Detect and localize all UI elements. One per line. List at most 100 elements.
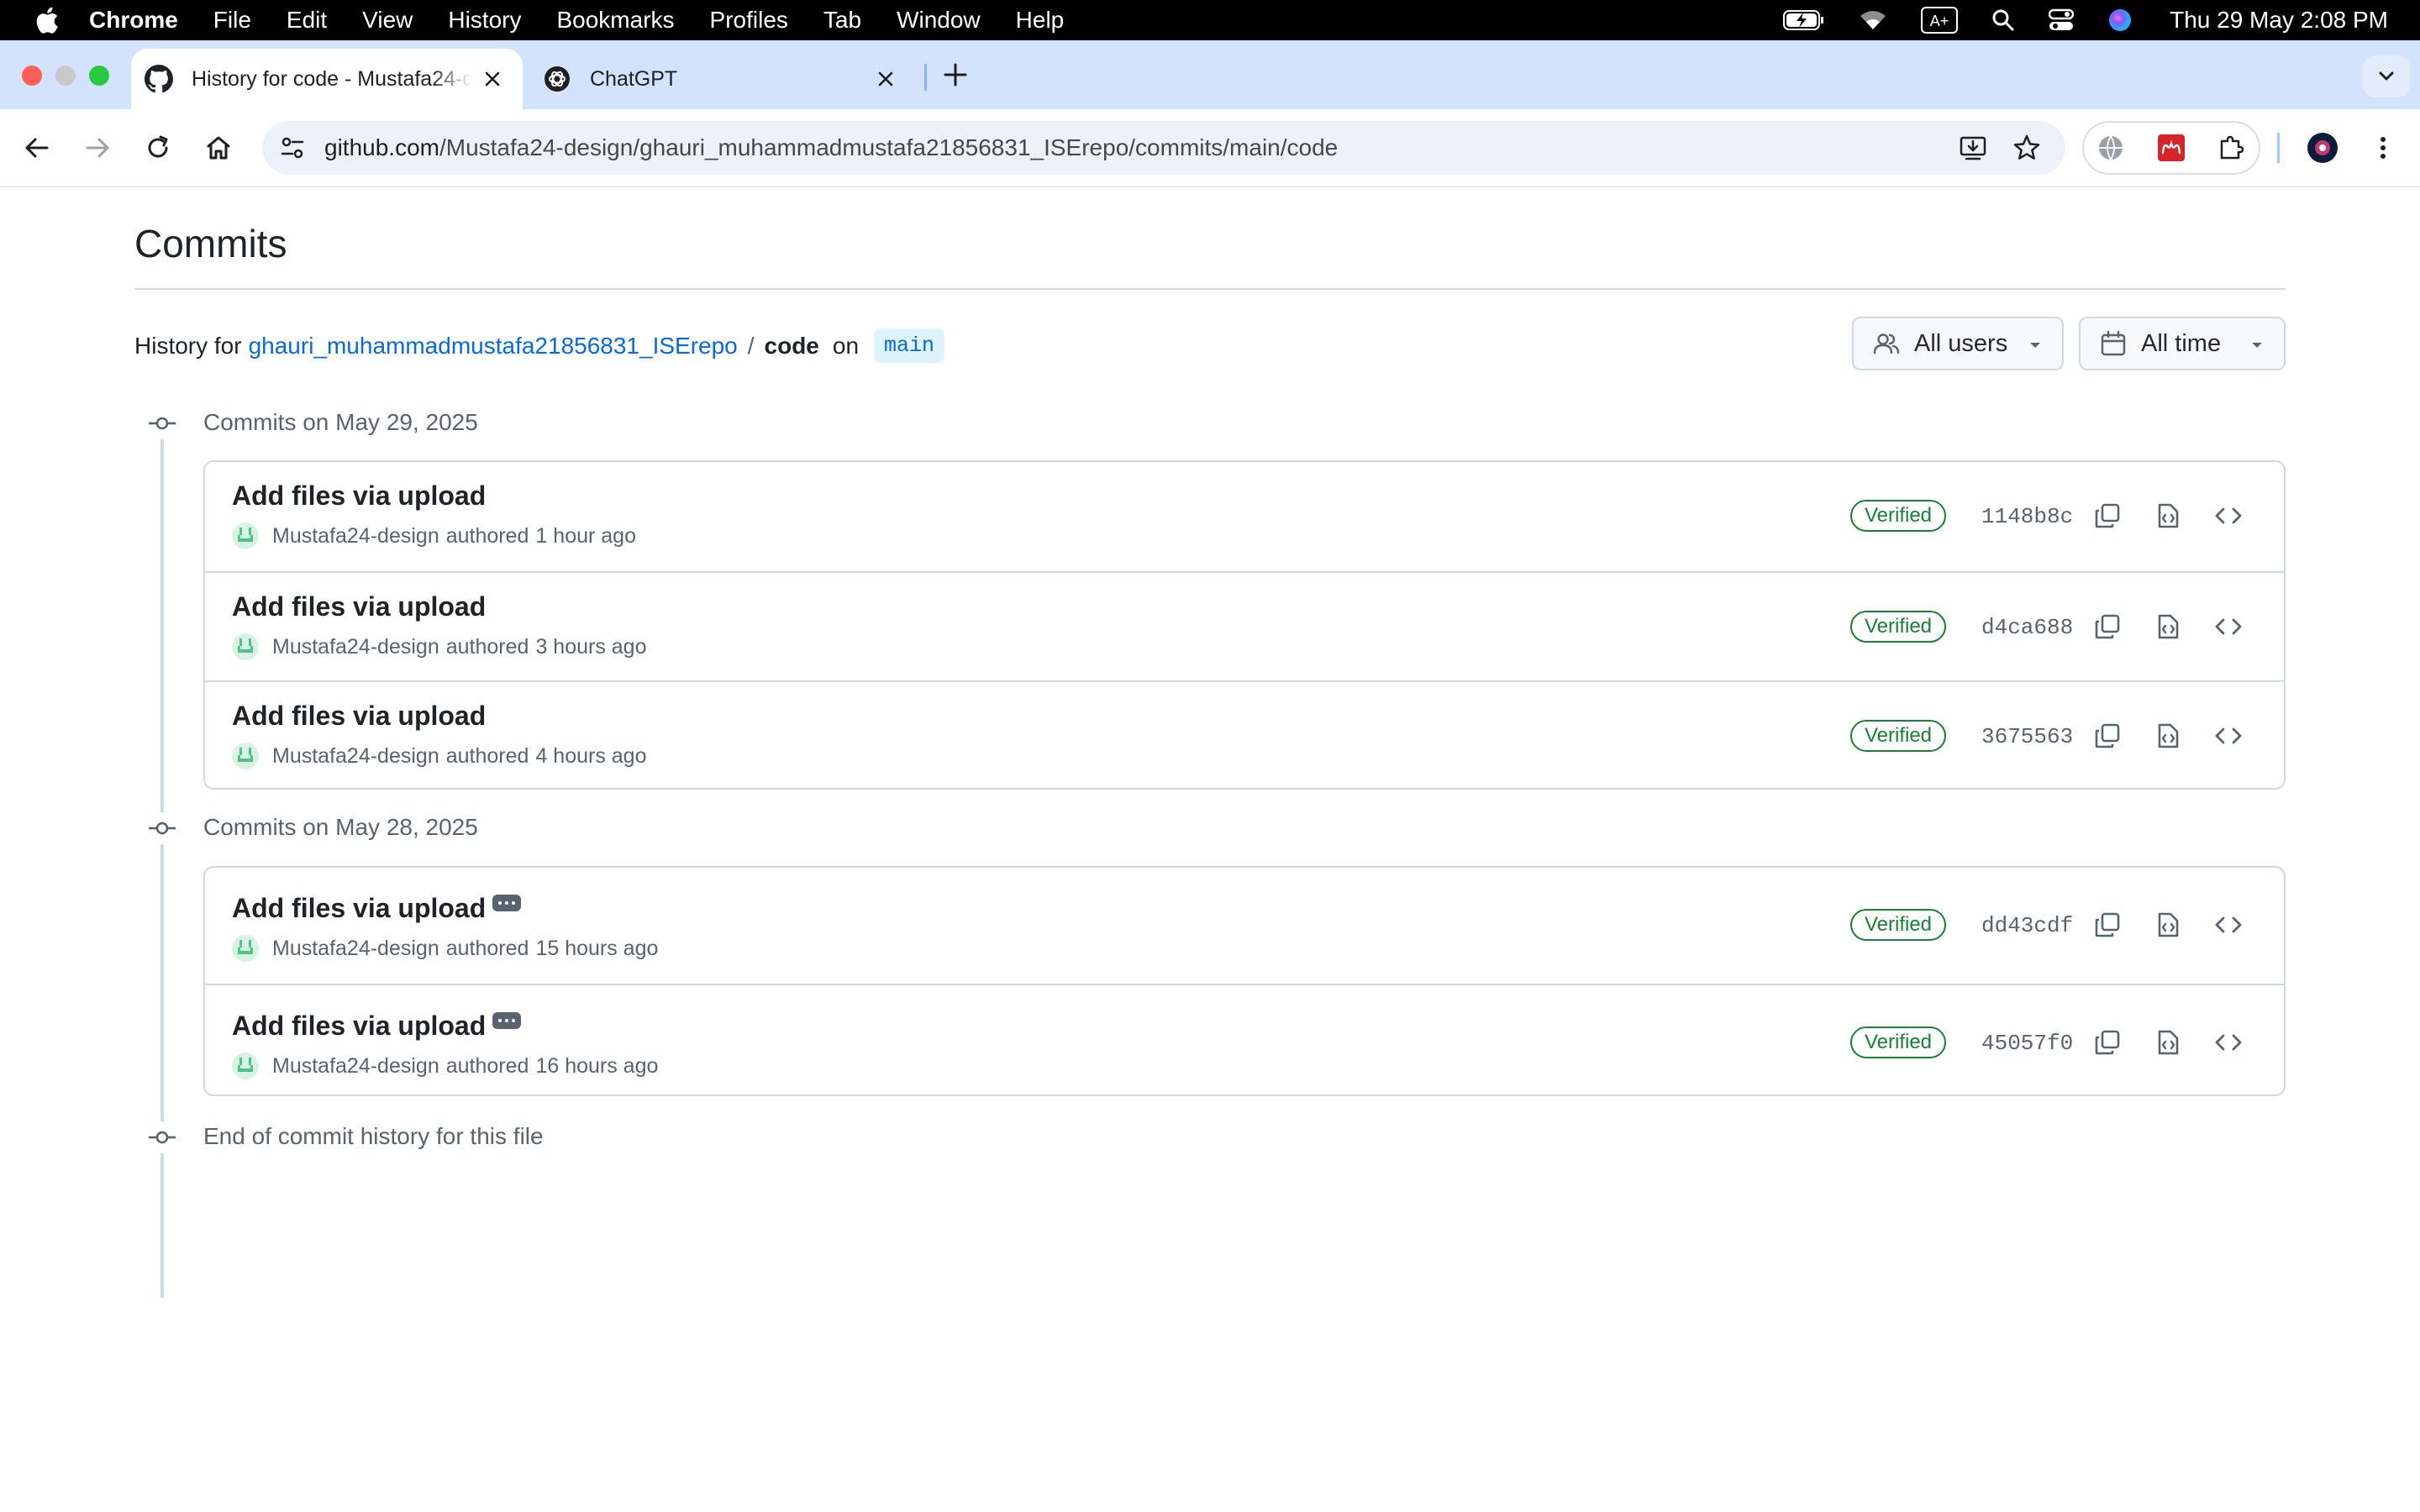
all-time-filter-button[interactable]: All time — [2079, 317, 2286, 370]
verified-badge[interactable]: Verified — [1850, 1026, 1946, 1058]
accessibility-icon[interactable]: A+ — [1921, 7, 1959, 34]
tab-separator — [924, 64, 927, 91]
commit-time[interactable]: 1 hour ago — [535, 524, 636, 549]
address-bar[interactable]: github.com/Mustafa24-design/ghauri_muham… — [262, 121, 2065, 175]
extension-mendeley[interactable] — [2154, 131, 2188, 165]
view-file-at-commit-button[interactable] — [2153, 910, 2183, 940]
commit-time[interactable]: 15 hours ago — [535, 937, 658, 961]
copy-sha-button[interactable] — [2092, 721, 2123, 751]
commit-sha-link[interactable]: d4ca688 — [1981, 615, 2073, 640]
file-name: code — [764, 332, 819, 359]
commit-sha-link[interactable]: 3675563 — [1981, 724, 2073, 749]
avatar[interactable] — [232, 633, 259, 660]
window-close-button[interactable] — [22, 66, 42, 86]
view-file-at-commit-button[interactable] — [2153, 501, 2183, 531]
site-settings-icon[interactable] — [277, 133, 308, 163]
reload-button[interactable] — [141, 131, 175, 165]
browse-repo-at-commit-button[interactable] — [2213, 612, 2244, 642]
siri-icon[interactable] — [2107, 8, 2133, 33]
tab-search-button[interactable] — [2363, 55, 2410, 97]
commit-author-link[interactable]: Mustafa24-design — [272, 744, 439, 769]
commit-author-link[interactable]: Mustafa24-design — [272, 937, 439, 961]
commit-node-icon — [146, 812, 178, 844]
commit-time[interactable]: 3 hours ago — [535, 635, 646, 659]
url-path: /Mustafa24-design/ghauri_muhammadmustafa… — [439, 134, 1339, 160]
verified-badge[interactable]: Verified — [1850, 720, 1946, 752]
commit-sha-link[interactable]: 1148b8c — [1981, 504, 2073, 529]
branch-label[interactable]: main — [874, 328, 945, 363]
expand-commit-message-button[interactable] — [492, 895, 521, 911]
forward-button[interactable] — [81, 131, 114, 165]
extensions-puzzle-button[interactable] — [2215, 131, 2249, 165]
verified-badge[interactable]: Verified — [1850, 500, 1946, 532]
verified-badge[interactable]: Verified — [1850, 611, 1946, 643]
commit-time[interactable]: 4 hours ago — [535, 744, 646, 769]
commit-message-link[interactable]: Add files via upload — [232, 1011, 486, 1042]
window-zoom-button[interactable] — [89, 66, 109, 86]
commit-message-link[interactable]: Add files via upload — [232, 893, 486, 924]
browse-repo-at-commit-button[interactable] — [2213, 1027, 2244, 1058]
copy-sha-button[interactable] — [2092, 910, 2123, 940]
browse-repo-at-commit-button[interactable] — [2213, 910, 2244, 940]
control-center-icon[interactable] — [2049, 8, 2075, 32]
url-text[interactable]: github.com/Mustafa24-design/ghauri_muham… — [324, 134, 1338, 161]
menu-edit[interactable]: Edit — [287, 7, 327, 34]
avatar[interactable] — [232, 935, 259, 962]
commit-node-icon — [146, 407, 178, 439]
menu-history[interactable]: History — [448, 7, 521, 34]
verified-badge[interactable]: Verified — [1850, 909, 1946, 941]
menu-view[interactable]: View — [362, 7, 413, 34]
copy-sha-button[interactable] — [2092, 501, 2123, 531]
menu-window[interactable]: Window — [897, 7, 981, 34]
view-file-at-commit-button[interactable] — [2153, 721, 2183, 751]
menu-help[interactable]: Help — [1016, 7, 1065, 34]
browse-repo-at-commit-button[interactable] — [2213, 721, 2244, 751]
battery-icon[interactable] — [1783, 9, 1825, 31]
spotlight-icon[interactable] — [1991, 8, 2015, 32]
tab-chatgpt[interactable]: ChatGPT — [529, 49, 916, 109]
commit-time[interactable]: 16 hours ago — [535, 1054, 658, 1079]
avatar[interactable] — [232, 1053, 259, 1079]
accessibility-label: A+ — [1930, 13, 1949, 29]
wifi-icon[interactable] — [1859, 9, 1887, 31]
extension-globe[interactable] — [2094, 131, 2128, 165]
commit-sha-link[interactable]: 45057f0 — [1981, 1031, 2073, 1056]
commit-message-link[interactable]: Add files via upload — [232, 480, 486, 512]
avatar[interactable] — [232, 743, 259, 769]
install-app-button[interactable] — [1956, 131, 1990, 165]
bookmark-star-button[interactable] — [2010, 131, 2044, 165]
avatar[interactable] — [232, 522, 259, 549]
profile-button[interactable] — [2306, 131, 2339, 165]
copy-sha-button[interactable] — [2092, 1027, 2123, 1058]
commit-message-link[interactable]: Add files via upload — [232, 701, 486, 732]
expand-commit-message-button[interactable] — [492, 1012, 521, 1029]
chrome-menu-button[interactable] — [2366, 131, 2400, 165]
new-tab-plus-icon[interactable] — [941, 60, 970, 89]
menu-file[interactable]: File — [213, 7, 251, 34]
menu-app-name[interactable]: Chrome — [89, 7, 178, 34]
copy-sha-button[interactable] — [2092, 612, 2123, 642]
commit-author-link[interactable]: Mustafa24-design — [272, 635, 439, 659]
browse-repo-at-commit-button[interactable] — [2213, 501, 2244, 531]
repo-link[interactable]: ghauri_muhammadmustafa21856831_ISErepo — [249, 333, 738, 360]
commit-message-link[interactable]: Add files via upload — [232, 591, 486, 622]
home-button[interactable] — [202, 131, 235, 165]
close-icon[interactable] — [874, 67, 897, 91]
view-file-at-commit-button[interactable] — [2153, 1027, 2183, 1058]
code-icon — [2215, 916, 2242, 933]
menu-tab[interactable]: Tab — [823, 7, 861, 34]
window-minimize-button[interactable] — [55, 66, 76, 86]
commit-author-link[interactable]: Mustafa24-design — [272, 524, 439, 549]
tab-github-history[interactable]: History for code - Mustafa24-design/ghau… — [131, 49, 523, 109]
menu-bookmarks[interactable]: Bookmarks — [556, 7, 674, 34]
apple-logo-icon[interactable] — [32, 5, 60, 35]
view-file-at-commit-button[interactable] — [2153, 612, 2183, 642]
commit-author-link[interactable]: Mustafa24-design — [272, 1054, 439, 1079]
all-users-filter-button[interactable]: All users — [1852, 317, 2064, 370]
menu-profiles[interactable]: Profiles — [710, 7, 788, 34]
close-icon[interactable] — [481, 67, 504, 91]
menu-bar-clock[interactable]: Thu 29 May 2:08 PM — [2170, 7, 2388, 34]
back-button[interactable] — [20, 131, 54, 165]
commit-node-icon — [146, 1121, 178, 1153]
commit-sha-link[interactable]: dd43cdf — [1981, 913, 2073, 938]
